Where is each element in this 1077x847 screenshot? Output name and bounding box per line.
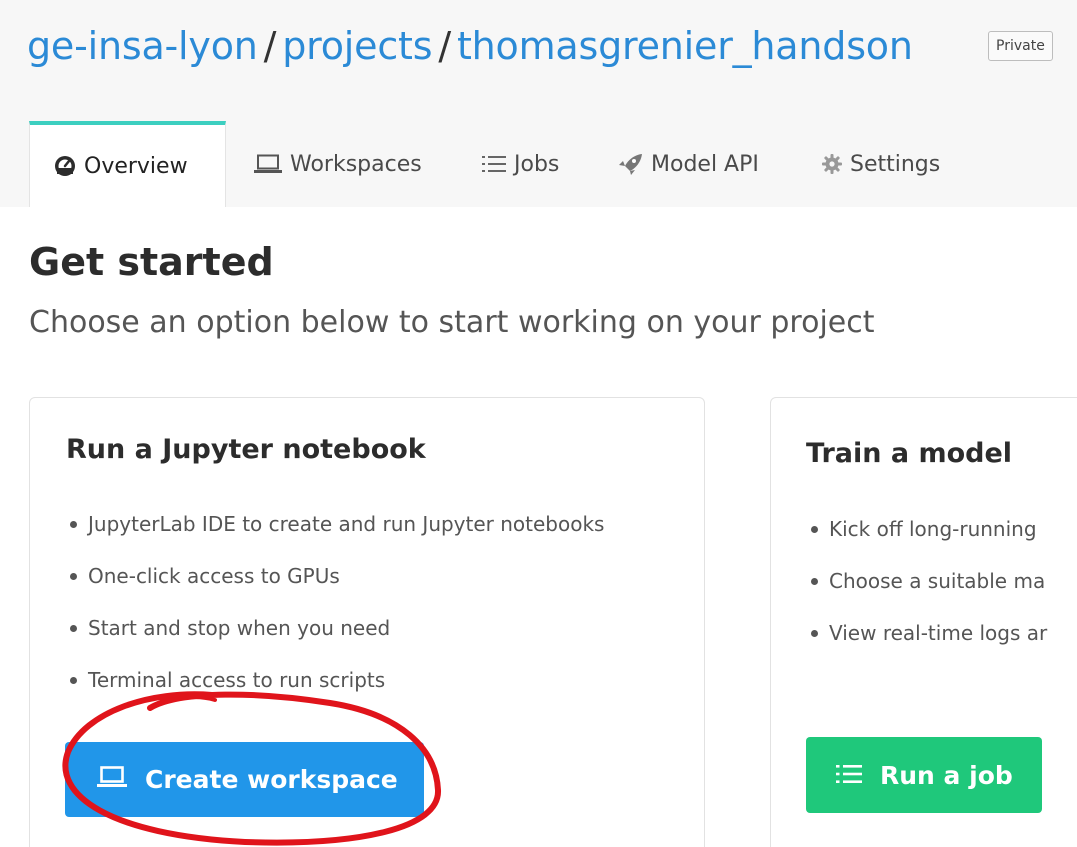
tab-jobs[interactable]: Jobs [482,121,559,207]
rocket-icon [617,153,643,175]
list-item-text: JupyterLab IDE to create and run Jupyter… [88,512,605,536]
button-label: Create workspace [145,765,398,794]
bullet-icon [70,573,77,580]
button-label: Run a job [880,760,1013,790]
tab-label: Workspaces [290,151,422,177]
list-item: One-click access to GPUs [66,563,604,589]
breadcrumb: ge-insa-lyon / projects / thomasgrenier_hand… [27,20,913,72]
card-title: Train a model [806,438,1013,469]
breadcrumb-separator: / [263,24,277,68]
card-train-model: Train a model Kick off long-running Choo… [770,397,1077,847]
list-item-text: Terminal access to run scripts [88,668,386,692]
laptop-icon [97,765,127,794]
bullet-icon [811,630,818,637]
page-title: Get started [29,240,274,284]
feature-list: Kick off long-running Choose a suitable … [807,516,1047,672]
tab-workspaces[interactable]: Workspaces [254,121,422,207]
tab-label: Jobs [514,151,560,177]
breadcrumb-project-link[interactable]: thomasgrenier_handson [457,24,913,68]
page: ge-insa-lyon / projects / thomasgrenier_hand… [0,0,1077,847]
project-header: ge-insa-lyon / projects / thomasgrenier_hand… [0,0,1077,207]
card-jupyter-notebook: Run a Jupyter notebook JupyterLab IDE to… [29,397,705,847]
bullet-icon [70,677,77,684]
list-item: View real-time logs ar [807,620,1047,646]
bullet-icon [811,526,818,533]
list-item: Terminal access to run scripts [66,667,604,693]
list-item-text: Kick off long-running [829,517,1037,541]
breadcrumb-separator: / [438,24,451,68]
tab-label: Settings [850,151,941,177]
list-item-text: Start and stop when you need [88,616,391,640]
create-workspace-button[interactable]: Create workspace [65,742,424,817]
list-item: Choose a suitable ma [807,568,1047,594]
bullet-icon [70,625,77,632]
breadcrumb-org-link[interactable]: ge-insa-lyon [27,24,258,68]
page-subtitle: Choose an option below to start working … [29,305,875,340]
list-icon [836,761,862,790]
gear-icon [822,154,842,174]
tab-label: Overview [84,153,188,179]
list-item: JupyterLab IDE to create and run Jupyter… [66,511,604,537]
bullet-icon [811,578,818,585]
tab-settings[interactable]: Settings [822,121,940,207]
breadcrumb-projects-link[interactable]: projects [282,24,432,68]
laptop-icon [254,154,282,174]
list-item-text: View real-time logs ar [829,621,1048,645]
list-item-text: Choose a suitable ma [829,569,1046,593]
list-item-text: One-click access to GPUs [88,564,340,588]
project-tabs: Overview Workspaces Jobs Model API Setti… [0,121,1077,207]
tab-model-api[interactable]: Model API [617,121,759,207]
list-item: Start and stop when you need [66,615,604,641]
run-job-button[interactable]: Run a job [806,737,1042,813]
private-badge: Private [988,31,1053,61]
bullet-icon [70,521,77,528]
feature-list: JupyterLab IDE to create and run Jupyter… [66,511,604,719]
tab-label: Model API [651,151,759,177]
tab-overview[interactable]: Overview [29,121,226,207]
card-title: Run a Jupyter notebook [66,434,426,465]
list-item: Kick off long-running [807,516,1047,542]
dashboard-icon [54,155,76,177]
list-icon [482,155,506,173]
